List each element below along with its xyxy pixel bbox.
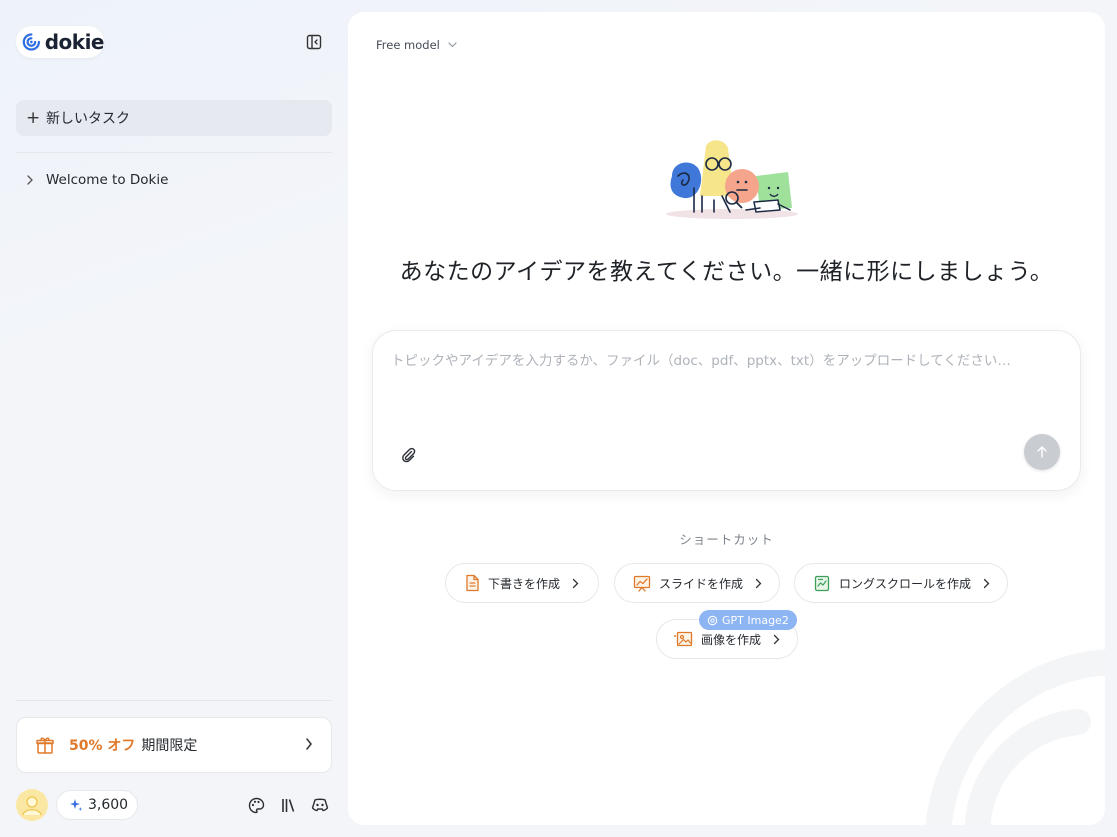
library-icon bbox=[281, 798, 294, 812]
library-button[interactable] bbox=[278, 795, 298, 815]
dokie-logo[interactable]: dokie bbox=[16, 26, 105, 58]
paperclip-icon bbox=[402, 447, 416, 463]
promo-banner[interactable]: 50% オフ 期間限定 bbox=[16, 717, 332, 773]
chevron-right-icon bbox=[983, 578, 990, 588]
model-label: Free model bbox=[376, 38, 440, 52]
main-panel: Free model あなたのアイデアを教えてください。一緒に形にしましょう。 bbox=[348, 12, 1105, 825]
slides-icon bbox=[633, 575, 651, 592]
arrow-up-icon bbox=[1037, 446, 1047, 458]
shortcut-label: ロングスクロールを作成 bbox=[839, 576, 972, 591]
credits-badge[interactable]: 3,600 bbox=[56, 790, 138, 820]
chevron-right-icon bbox=[755, 578, 762, 588]
shortcut-label: スライドを作成 bbox=[659, 576, 744, 591]
attach-file-button[interactable] bbox=[399, 445, 419, 465]
badge-label: GPT Image2 bbox=[722, 613, 789, 627]
sidebar-item-welcome[interactable]: Welcome to Dokie bbox=[16, 166, 332, 194]
prompt-composer bbox=[372, 330, 1081, 491]
document-icon bbox=[466, 574, 479, 592]
plus-icon: + bbox=[26, 107, 41, 128]
sidebar-item-label: Welcome to Dokie bbox=[46, 172, 169, 188]
prompt-input[interactable] bbox=[391, 349, 1063, 409]
chevron-right-icon bbox=[306, 738, 312, 750]
shortcuts-heading: ショートカット bbox=[679, 532, 774, 547]
promo-label: 期間限定 bbox=[141, 738, 198, 754]
logo-text: dokie bbox=[44, 30, 105, 54]
discord-button[interactable] bbox=[310, 795, 330, 815]
discord-icon bbox=[311, 798, 329, 812]
new-task-label: 新しいタスク bbox=[46, 111, 130, 127]
sidebar: dokie + 新しいタスク Welcome to Dokie 50% オフ 期… bbox=[0, 0, 348, 837]
chevron-right-icon bbox=[27, 175, 33, 185]
openai-icon bbox=[707, 615, 718, 625]
shortcut-create-slides[interactable]: スライドを作成 bbox=[614, 563, 780, 603]
user-icon bbox=[22, 796, 42, 816]
characters-illustration bbox=[666, 140, 798, 219]
shortcut-create-long-scroll[interactable]: ロングスクロールを作成 bbox=[794, 563, 1008, 603]
palette-icon bbox=[248, 797, 264, 813]
model-selector[interactable]: Free model bbox=[376, 37, 457, 53]
shortcut-label: 画像を作成 bbox=[701, 632, 762, 647]
sidebar-divider bbox=[16, 700, 332, 701]
sidebar-divider bbox=[16, 152, 332, 153]
chevron-right-icon bbox=[572, 578, 579, 588]
gpt-image-badge: GPT Image2 bbox=[699, 610, 797, 630]
promo-discount: 50% オフ bbox=[69, 738, 136, 754]
new-task-button[interactable]: + 新しいタスク bbox=[16, 100, 332, 136]
user-avatar[interactable] bbox=[16, 789, 48, 821]
send-button[interactable] bbox=[1024, 434, 1060, 470]
long-scroll-icon bbox=[814, 575, 830, 591]
theme-button[interactable] bbox=[246, 795, 266, 815]
chevron-right-icon bbox=[773, 634, 780, 644]
chevron-down-icon bbox=[448, 42, 457, 48]
credits-count: 3,600 bbox=[88, 797, 129, 813]
dokie-logo-icon bbox=[22, 33, 41, 51]
shortcut-label: 下書きを作成 bbox=[488, 576, 561, 591]
sidebar-bottom-bar: 3,600 bbox=[16, 789, 332, 821]
image-icon bbox=[674, 631, 693, 647]
collapse-sidebar-button[interactable] bbox=[303, 31, 325, 53]
gift-icon bbox=[36, 737, 54, 754]
sidebar-toggle-icon bbox=[306, 34, 322, 50]
hero-title: あなたのアイデアを教えてください。一緒に形にしましょう。 bbox=[399, 259, 1054, 285]
shortcut-create-draft[interactable]: 下書きを作成 bbox=[445, 563, 599, 603]
sparkle-icon bbox=[70, 799, 83, 811]
dokie-watermark-icon bbox=[925, 649, 1105, 825]
